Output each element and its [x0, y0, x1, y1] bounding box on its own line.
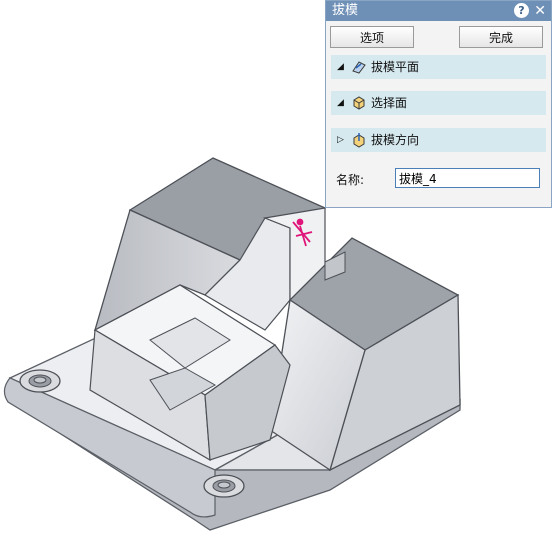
- name-label: 名称:: [336, 173, 365, 187]
- section-draft-direction[interactable]: ▷ 拔模方向: [331, 128, 546, 152]
- section-draft-plane[interactable]: ◢ 拔模平面: [331, 55, 546, 79]
- draft-plane-icon: [352, 61, 366, 74]
- part-model[interactable]: [3, 157, 461, 531]
- draft-direction-icon: [353, 133, 365, 148]
- help-icon[interactable]: ?: [514, 3, 529, 18]
- right-mount-hole[interactable]: [203, 474, 245, 498]
- close-icon[interactable]: ✕: [534, 1, 546, 21]
- dialog-title-bar[interactable]: 拔模 ? ✕: [326, 1, 551, 21]
- options-button[interactable]: 选项: [330, 26, 414, 48]
- section-label: 选择面: [371, 96, 408, 110]
- finish-button[interactable]: 完成: [459, 26, 543, 48]
- section-label: 拔模方向: [371, 133, 420, 147]
- expanded-triangle-icon[interactable]: ◢: [337, 55, 344, 79]
- left-mount-hole[interactable]: [19, 369, 61, 393]
- name-input[interactable]: [395, 168, 540, 188]
- select-face-icon: [353, 96, 365, 110]
- draft-dialog[interactable]: 拔模 ? ✕ 选项 完成 ◢ 拔模平面 ◢ 选择面 ▷ 拔模方向 名称:: [325, 0, 552, 208]
- collapsed-triangle-icon[interactable]: ▷: [337, 128, 344, 152]
- expanded-triangle-icon[interactable]: ◢: [337, 91, 344, 115]
- section-label: 拔模平面: [371, 60, 420, 74]
- section-select-face[interactable]: ◢ 选择面: [331, 91, 546, 115]
- dialog-title: 拔模: [332, 3, 359, 18]
